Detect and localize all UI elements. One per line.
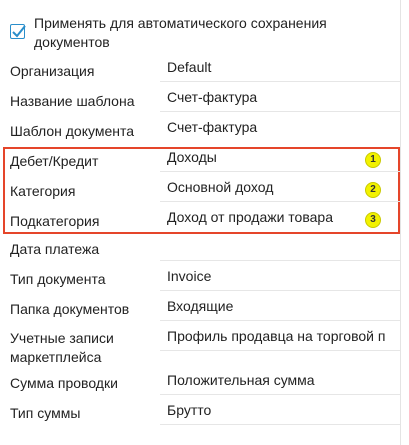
field-label: Тип документа [10, 271, 106, 287]
field-value[interactable]: Брутто [167, 400, 400, 420]
field-value[interactable]: Invoice [167, 266, 400, 286]
field-row-category: Категория Основной доход 2 [0, 176, 400, 206]
field-value[interactable]: Профиль продавца на торговой п [167, 326, 400, 346]
field-row-organization: Организация Default [0, 56, 400, 86]
step-badge-1: 1 [365, 152, 381, 168]
field-row-amount-type: Тип суммы Брутто [0, 400, 400, 430]
checkbox-label-line1: Применять для автоматического сохранения [34, 15, 327, 31]
field-row-marketplace-accounts: Учетные записи маркетплейса Профиль прод… [0, 326, 400, 370]
step-badge-3: 3 [365, 212, 381, 228]
field-row-template-name: Название шаблона Счет-фактура [0, 86, 400, 116]
field-underline [160, 171, 400, 172]
field-underline [160, 350, 400, 351]
auto-save-checkbox[interactable] [10, 24, 26, 39]
panel-border [400, 0, 401, 445]
field-label: Сумма проводки [10, 375, 118, 391]
field-underline [160, 394, 400, 395]
auto-save-checkbox-label: Применять для автоматического сохранения… [34, 14, 374, 52]
field-value[interactable]: Счет-фактура [167, 87, 400, 107]
field-label: Дата платежа [10, 241, 100, 257]
field-row-posting-amount: Сумма проводки Положительная сумма [0, 370, 400, 400]
field-label: Учетные записи маркетплейса [10, 329, 114, 367]
template-settings-panel: Применять для автоматического сохранения… [0, 0, 409, 445]
field-row-debit-credit: Дебет/Кредит Доходы 1 [0, 146, 400, 176]
field-value[interactable]: Default [167, 57, 400, 77]
field-underline [160, 201, 400, 202]
field-label: Тип суммы [10, 405, 81, 421]
field-underline [160, 424, 400, 425]
step-badge-2: 2 [365, 182, 381, 198]
field-label: Название шаблона [10, 93, 135, 109]
auto-save-checkbox-row[interactable]: Применять для автоматического сохранения… [10, 14, 400, 54]
field-label-line2: маркетплейса [10, 349, 102, 365]
field-label: Категория [10, 183, 76, 199]
field-value[interactable]: Положительная сумма [167, 370, 400, 390]
field-underline [160, 320, 400, 321]
field-value[interactable]: Входящие [167, 296, 400, 316]
field-label: Шаблон документа [10, 123, 135, 139]
checkmark-icon [12, 25, 26, 38]
field-row-document-type: Тип документа Invoice [0, 266, 400, 296]
field-row-payment-date: Дата платежа [0, 236, 400, 266]
field-row-subcategory: Подкатегория Доход от продажи товара 3 [0, 206, 400, 236]
field-label: Папка документов [10, 301, 130, 317]
field-row-document-folder: Папка документов Входящие [0, 296, 400, 326]
field-underline [160, 290, 400, 291]
field-underline [160, 81, 400, 82]
field-label: Подкатегория [10, 213, 100, 229]
checkbox-label-line2: документов [34, 34, 110, 50]
field-underline [160, 260, 400, 261]
field-label-line1: Учетные записи [10, 330, 114, 346]
field-underline [160, 111, 400, 112]
field-value[interactable]: Счет-фактура [167, 117, 400, 137]
field-row-document-template: Шаблон документа Счет-фактура [0, 116, 400, 146]
field-label: Дебет/Кредит [10, 153, 99, 169]
field-label: Организация [10, 63, 95, 79]
